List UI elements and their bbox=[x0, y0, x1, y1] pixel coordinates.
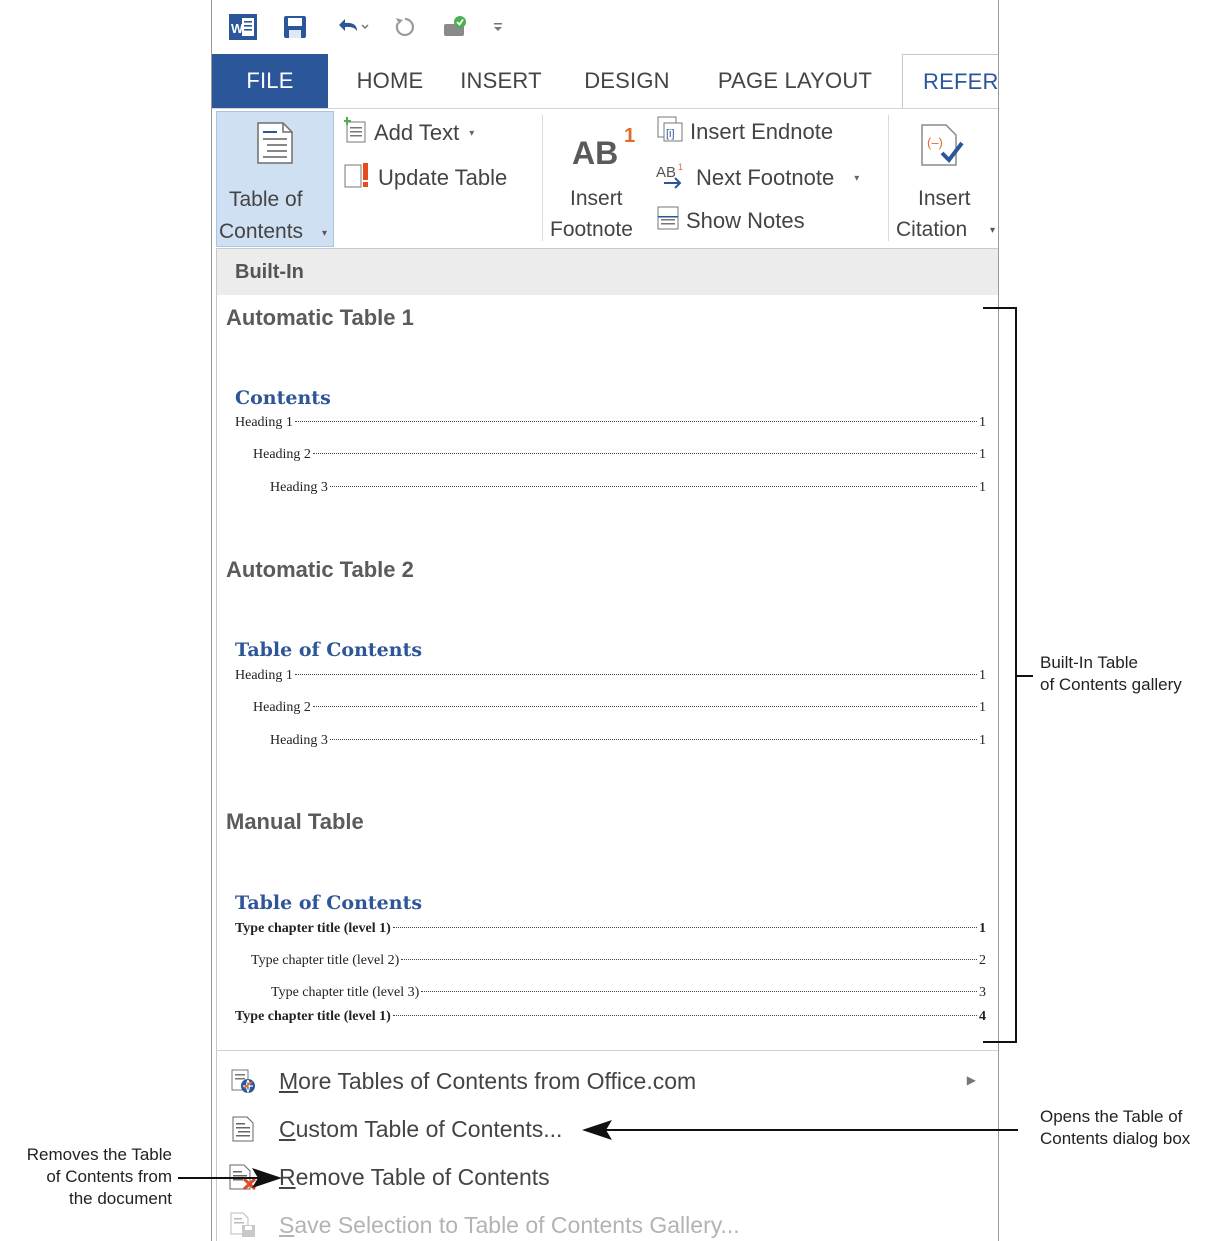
more-tables-of-contents-menu-item[interactable]: More Tables of Contents from Office.com … bbox=[217, 1057, 998, 1105]
word-app-icon[interactable]: W bbox=[228, 12, 258, 42]
toc-label-line1: Table of bbox=[229, 188, 303, 211]
tab-page-layout[interactable]: PAGE LAYOUT bbox=[708, 54, 882, 108]
insert-footnote-line1: Insert bbox=[570, 187, 623, 210]
custom-toc-callout-label: Opens the Table of Contents dialog box bbox=[1040, 1107, 1191, 1148]
menu-divider bbox=[217, 1050, 998, 1051]
touch-mode-icon[interactable] bbox=[438, 12, 472, 42]
tab-file[interactable]: FILE bbox=[212, 54, 328, 108]
toc-label-line2: Contents bbox=[219, 220, 304, 243]
chevron-down-icon: ▾ bbox=[990, 225, 996, 236]
add-text-button[interactable]: Add Text ▾ bbox=[343, 117, 475, 149]
gallery-item-title: Automatic Table 2 bbox=[226, 557, 414, 582]
references-ribbon: Table of Contents ▾ Add Text ▾ Update Tab… bbox=[212, 108, 998, 248]
footnote-glyph: AB bbox=[572, 135, 619, 171]
toc-preview-row: Heading 11 bbox=[235, 415, 986, 430]
footnote-superscript: 1 bbox=[624, 125, 636, 147]
toc-preview-heading: Table of Contents bbox=[235, 639, 423, 661]
toc-preview-row: Type chapter title (level 1) 4 bbox=[235, 1009, 986, 1024]
table-of-contents-icon bbox=[257, 122, 293, 169]
toc-preview-row: Heading 31 bbox=[270, 480, 986, 495]
ribbon-tabs: FILE HOME INSERT DESIGN PAGE LAYOUT REFE… bbox=[212, 54, 998, 108]
toc-preview-row: Type chapter title (level 1) 1 bbox=[235, 921, 986, 936]
update-table-label: Update Table bbox=[378, 165, 508, 190]
gallery-item-automatic-table-1[interactable]: Automatic Table 1 Contents Heading 11 He… bbox=[217, 295, 998, 547]
save-icon[interactable] bbox=[280, 12, 310, 42]
toc-preview-heading: Contents bbox=[235, 387, 331, 409]
redo-icon[interactable] bbox=[390, 12, 420, 42]
chevron-down-icon: ▾ bbox=[469, 127, 475, 139]
toc-preview-heading: Table of Contents bbox=[235, 892, 423, 914]
toc-gallery-dropdown: Built-In Automatic Table 1 Contents Head… bbox=[216, 248, 998, 1241]
tab-insert[interactable]: INSERT bbox=[450, 54, 552, 108]
gallery-item-manual-table[interactable]: Manual Table Table of Contents Type chap… bbox=[217, 801, 998, 1049]
next-footnote-button[interactable]: AB 1 Next Footnote ▾ bbox=[656, 161, 859, 195]
svg-text:(–): (–) bbox=[927, 135, 943, 150]
remove-toc-callout-label: Removes the Table of Contents from the d… bbox=[26, 1145, 172, 1208]
group-separator bbox=[542, 115, 543, 241]
save-selection-icon bbox=[229, 1211, 257, 1239]
toc-preview-row: Type chapter title (level 2) 2 bbox=[251, 953, 986, 968]
insert-endnote-button[interactable]: [i] Insert Endnote bbox=[656, 115, 833, 149]
svg-text:[i]: [i] bbox=[666, 128, 675, 140]
update-table-button[interactable]: Update Table bbox=[344, 161, 507, 195]
remove-table-of-contents-menu-item[interactable]: Remove Table of Contents bbox=[217, 1153, 998, 1201]
show-notes-button[interactable]: Show Notes bbox=[656, 205, 805, 237]
show-notes-icon bbox=[656, 205, 680, 237]
office-online-icon bbox=[229, 1067, 257, 1095]
save-selection-to-gallery-menu-item[interactable]: Save Selection to Table of Contents Gall… bbox=[217, 1201, 998, 1241]
svg-text:AB: AB bbox=[656, 164, 676, 181]
table-of-contents-button[interactable]: Table of Contents ▾ bbox=[216, 111, 334, 247]
word-window: W FILE HOME INSERT DESIGN PAGE LAYOUT RE… bbox=[211, 0, 999, 1241]
insert-citation-line2: Citation bbox=[896, 218, 968, 241]
quick-access-toolbar: W bbox=[212, 0, 998, 54]
insert-endnote-label: Insert Endnote bbox=[690, 119, 834, 144]
add-text-icon bbox=[343, 117, 368, 149]
add-text-label: Add Text bbox=[374, 120, 460, 145]
tab-home[interactable]: HOME bbox=[342, 54, 438, 108]
customize-qat-icon[interactable] bbox=[488, 12, 508, 42]
insert-endnote-icon: [i] bbox=[656, 115, 684, 149]
toc-preview-row: Heading 11 bbox=[235, 668, 986, 683]
tab-design[interactable]: DESIGN bbox=[572, 54, 682, 108]
toc-preview-row: Heading 21 bbox=[253, 700, 986, 715]
svg-text:1: 1 bbox=[678, 162, 683, 172]
undo-icon[interactable] bbox=[332, 12, 372, 42]
insert-footnote-line2: Footnote bbox=[550, 218, 633, 241]
insert-citation-line1: Insert bbox=[918, 187, 971, 210]
update-table-icon bbox=[344, 161, 372, 195]
tab-references[interactable]: REFERE bbox=[902, 54, 998, 108]
gallery-item-title: Automatic Table 1 bbox=[226, 305, 414, 330]
gallery-item-automatic-table-2[interactable]: Automatic Table 2 Table of Contents Head… bbox=[217, 547, 998, 801]
insert-citation-button[interactable]: (–) Insert Citation ▾ bbox=[892, 113, 998, 247]
chevron-down-icon: ▾ bbox=[854, 172, 860, 184]
next-footnote-icon: AB 1 bbox=[656, 161, 690, 195]
custom-toc-icon bbox=[229, 1115, 257, 1143]
insert-citation-icon: (–) bbox=[918, 123, 964, 174]
chevron-right-icon: ▶ bbox=[966, 1073, 976, 1087]
gallery-callout-label: Built-In Table of Contents gallery bbox=[1040, 653, 1182, 694]
gallery-category-header: Built-In bbox=[217, 249, 998, 295]
toc-preview-row: Heading 31 bbox=[270, 733, 986, 748]
toc-preview-row: Heading 21 bbox=[253, 447, 986, 462]
gallery-item-title: Manual Table bbox=[226, 809, 364, 834]
svg-text:W: W bbox=[231, 21, 244, 36]
next-footnote-label: Next Footnote bbox=[696, 165, 835, 190]
chevron-down-icon: ▾ bbox=[322, 228, 328, 239]
toc-preview-row: Type chapter title (level 3) 3 bbox=[271, 985, 986, 1000]
insert-footnote-button[interactable]: AB 1 Insert Footnote bbox=[548, 113, 648, 247]
group-separator bbox=[888, 115, 889, 241]
show-notes-label: Show Notes bbox=[686, 208, 805, 233]
